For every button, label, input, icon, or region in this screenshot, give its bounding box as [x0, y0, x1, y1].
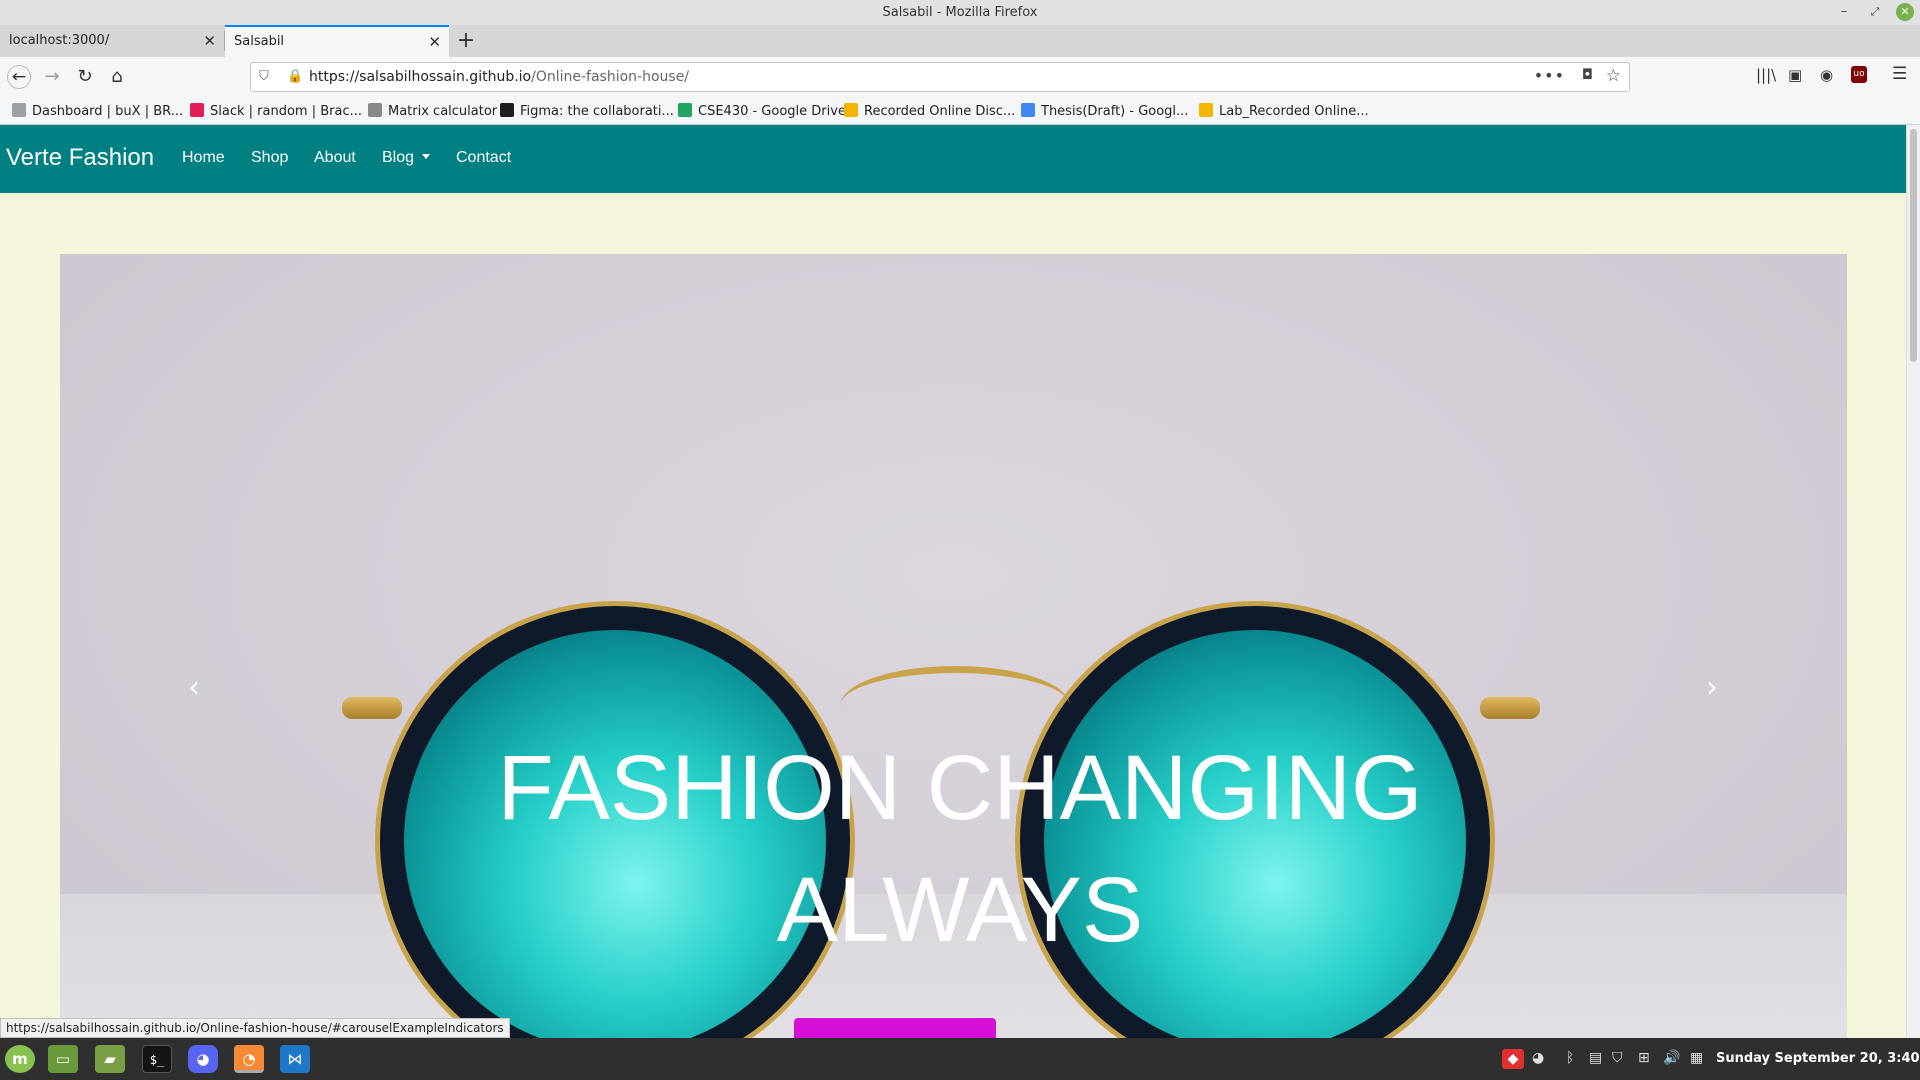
url-text[interactable]: https://salsabilhossain.github.io/Online…	[309, 69, 689, 85]
status-link-preview: https://salsabilhossain.github.io/Online…	[0, 1018, 510, 1038]
tab-localhost[interactable]: localhost:3000/ ✕	[0, 25, 224, 57]
bookmark-star-icon[interactable]: ☆	[1606, 66, 1621, 86]
nav-toolbar: ← → ↻ ⌂ ⛉ 🔒 https://salsabilhossain.gith…	[0, 57, 1920, 97]
vscode-icon[interactable]: ⋈	[280, 1045, 310, 1073]
web-page: Verte Fashion Home Shop About Blog Conta…	[0, 125, 1906, 1038]
taskbar-clock[interactable]: Sunday September 20, 3:40 AM	[1716, 1051, 1920, 1066]
bookmark-figma[interactable]: Figma: the collaborati...	[500, 103, 674, 119]
minimize-icon[interactable]: –	[1835, 3, 1853, 21]
ublock-shield-icon[interactable]: uo	[1851, 66, 1867, 83]
google-classroom-icon	[1199, 103, 1213, 117]
nav-shop-link[interactable]: Shop	[251, 149, 288, 167]
bluetooth-tray-icon[interactable]: ᛒ	[1566, 1050, 1574, 1066]
window-title: Salsabil - Mozilla Firefox	[882, 5, 1038, 20]
google-classroom-icon	[844, 103, 858, 117]
bookmark-slack[interactable]: Slack | random | Brac...	[190, 103, 362, 119]
page-scrollbar[interactable]	[1906, 125, 1920, 1038]
discord-icon[interactable]: ◕	[188, 1045, 218, 1073]
bookmark-dashboard[interactable]: Dashboard | buX | BR...	[12, 103, 183, 119]
show-desktop-icon[interactable]: ▭	[48, 1045, 78, 1073]
bookmark-recorded-online-disc[interactable]: Recorded Online Disc...	[844, 103, 1015, 119]
url-host: https://salsabilhossain.github.io	[309, 69, 532, 85]
page-actions-ellipsis-icon[interactable]: •••	[1534, 66, 1565, 85]
clipboard-tray-icon[interactable]: ▤	[1589, 1050, 1602, 1066]
bookmark-matrix-calculator[interactable]: Matrix calculator	[368, 103, 497, 119]
account-icon[interactable]: ◉	[1820, 66, 1833, 84]
sidebar-icon[interactable]: ▣	[1788, 66, 1802, 84]
back-arrow-icon[interactable]: ←	[7, 65, 31, 89]
url-path: /Online-fashion-house/	[531, 69, 690, 85]
google-docs-icon	[1021, 103, 1035, 117]
forward-arrow-icon[interactable]: →	[40, 65, 64, 89]
nav-blog-dropdown[interactable]: Blog	[382, 149, 431, 167]
hero-caption: FASHION CHANGING ALWAYS	[497, 737, 1423, 961]
reload-icon[interactable]: ↻	[73, 65, 97, 89]
lock-icon[interactable]: 🔒	[287, 69, 303, 84]
mint-menu-icon[interactable]: m	[5, 1045, 35, 1073]
scrollbar-thumb[interactable]	[1910, 129, 1917, 362]
hero-carousel: ‹ › FASHION CHANGING ALWAYS	[60, 254, 1847, 1038]
carousel-prev-icon[interactable]: ‹	[180, 673, 208, 703]
nav-blog-label: Blog	[382, 149, 415, 166]
bookmark-google-drive[interactable]: CSE430 - Google Drive	[678, 103, 846, 119]
tab-salsabil[interactable]: Salsabil ✕	[225, 25, 449, 57]
nav-about-link[interactable]: About	[314, 149, 356, 167]
site-navbar: Verte Fashion Home Shop About Blog Conta…	[0, 125, 1906, 193]
pocket-icon[interactable]: ◘	[1582, 67, 1593, 83]
sunglasses-temple-left	[342, 697, 402, 719]
carousel-next-icon[interactable]: ›	[1698, 673, 1726, 703]
figma-icon	[500, 103, 514, 117]
tracking-shield-icon[interactable]: ⛉	[259, 69, 269, 84]
anydesk-tray-icon[interactable]: ◆	[1502, 1049, 1524, 1069]
slack-icon	[190, 103, 204, 117]
bookmark-lab-recorded-online[interactable]: Lab_Recorded Online...	[1199, 103, 1369, 119]
sunglasses-temple-right	[1480, 697, 1540, 719]
firefox-icon[interactable]: ◔	[234, 1045, 264, 1073]
new-tab-plus-icon[interactable]: +	[454, 25, 478, 57]
tab-label: Salsabil	[234, 34, 285, 49]
globe-icon	[12, 103, 26, 117]
google-drive-icon	[678, 103, 692, 117]
window-titlebar: Salsabil - Mozilla Firefox – ⤢ ✕	[0, 0, 1920, 25]
tab-label: localhost:3000/	[9, 33, 110, 48]
terminal-icon[interactable]: $_	[142, 1045, 172, 1073]
site-brand[interactable]: Verte Fashion	[6, 144, 154, 172]
url-bar[interactable]: ⛉ 🔒 https://salsabilhossain.github.io/On…	[250, 62, 1630, 92]
matrix-icon	[368, 103, 382, 117]
network-tray-icon[interactable]: ⊞	[1638, 1050, 1650, 1066]
home-icon[interactable]: ⌂	[105, 65, 129, 89]
library-icon[interactable]: |||\	[1756, 66, 1776, 84]
nav-contact-link[interactable]: Contact	[456, 149, 511, 167]
hero-cta-button[interactable]	[794, 1018, 996, 1038]
os-taskbar: m ▭ ▰ $_ ◕ ◔ ⋈ ◆ ◕ ᛒ ▤ ⛉ ⊞ 🔊 ▦ Sunday Se…	[0, 1038, 1920, 1080]
hamburger-menu-icon[interactable]: ☰	[1892, 64, 1907, 84]
bookmark-thesis-draft[interactable]: Thesis(Draft) - Googl...	[1021, 103, 1188, 119]
close-tab-icon[interactable]: ✕	[428, 27, 441, 57]
files-folder-icon[interactable]: ▰	[95, 1045, 125, 1073]
tab-strip: localhost:3000/ ✕ Salsabil ✕ +	[0, 25, 1920, 57]
discord-tray-icon[interactable]: ◕	[1532, 1050, 1544, 1066]
close-window-icon[interactable]: ✕	[1896, 3, 1914, 21]
maximize-icon[interactable]: ⤢	[1866, 3, 1884, 21]
shield-tray-icon[interactable]: ⛉	[1612, 1050, 1623, 1066]
notes-tray-icon[interactable]: ▦	[1690, 1050, 1703, 1066]
volume-tray-icon[interactable]: 🔊	[1663, 1050, 1680, 1066]
caret-down-icon	[422, 154, 431, 159]
nav-home-link[interactable]: Home	[182, 149, 225, 167]
close-tab-icon[interactable]: ✕	[203, 25, 216, 57]
bookmarks-toolbar: Dashboard | buX | BR... Slack | random |…	[0, 97, 1920, 125]
